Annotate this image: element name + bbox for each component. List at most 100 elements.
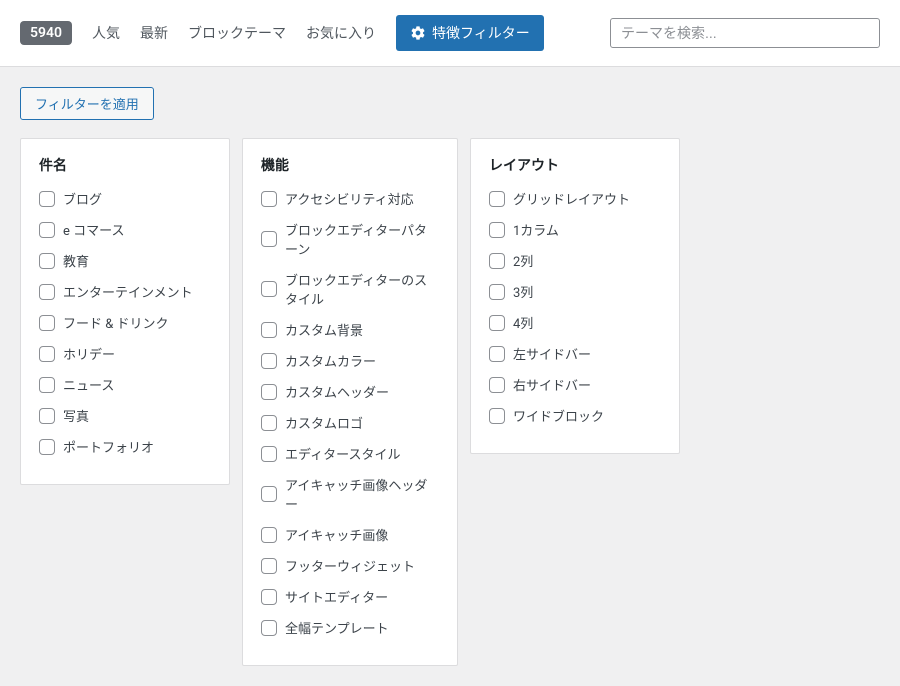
tab-popular[interactable]: 人気 bbox=[92, 23, 120, 43]
filter-item-label: 全幅テンプレート bbox=[285, 618, 389, 637]
search-input[interactable] bbox=[610, 18, 880, 48]
filter-checkbox[interactable] bbox=[39, 346, 55, 362]
filter-checkbox[interactable] bbox=[261, 231, 277, 247]
filter-item[interactable]: 3列 bbox=[489, 282, 661, 301]
filter-item-label: ニュース bbox=[63, 375, 114, 394]
filter-item[interactable]: カスタム背景 bbox=[261, 320, 439, 339]
filter-item-label: カスタムロゴ bbox=[285, 413, 363, 432]
filter-item[interactable]: 4列 bbox=[489, 313, 661, 332]
filter-checkbox[interactable] bbox=[489, 191, 505, 207]
filter-item[interactable]: 2列 bbox=[489, 251, 661, 270]
filter-checkbox[interactable] bbox=[261, 322, 277, 338]
filter-item-label: アイキャッチ画像ヘッダー bbox=[285, 475, 439, 513]
filter-item-label: カスタムヘッダー bbox=[285, 382, 389, 401]
filter-item[interactable]: 全幅テンプレート bbox=[261, 618, 439, 637]
filter-item[interactable]: ブロックエディターのスタイル bbox=[261, 270, 439, 308]
filter-item-label: カスタムカラー bbox=[285, 351, 376, 370]
filter-item-label: 教育 bbox=[63, 251, 89, 270]
filter-checkbox[interactable] bbox=[39, 222, 55, 238]
filter-item[interactable]: e コマース bbox=[39, 220, 211, 239]
filter-item[interactable]: カスタムカラー bbox=[261, 351, 439, 370]
tab-latest[interactable]: 最新 bbox=[140, 23, 168, 43]
filter-checkbox[interactable] bbox=[39, 439, 55, 455]
filter-item[interactable]: ホリデー bbox=[39, 344, 211, 363]
theme-count-badge: 5940 bbox=[20, 21, 72, 45]
filter-checkbox[interactable] bbox=[261, 486, 277, 502]
filter-item-label: アイキャッチ画像 bbox=[285, 525, 388, 544]
filter-checkbox[interactable] bbox=[39, 253, 55, 269]
filter-checkbox[interactable] bbox=[261, 191, 277, 207]
filter-col-title: レイアウト bbox=[489, 155, 661, 175]
filter-item-label: 1カラム bbox=[513, 220, 559, 239]
filter-item-label: ブログ bbox=[63, 189, 102, 208]
apply-filters-button[interactable]: フィルターを適用 bbox=[20, 87, 154, 120]
filter-checkbox[interactable] bbox=[489, 284, 505, 300]
filter-item[interactable]: 教育 bbox=[39, 251, 211, 270]
filter-checkbox[interactable] bbox=[39, 191, 55, 207]
filter-item-label: カスタム背景 bbox=[285, 320, 363, 339]
filter-item[interactable]: フード & ドリンク bbox=[39, 313, 211, 332]
filter-item[interactable]: サイトエディター bbox=[261, 587, 439, 606]
filter-list-subject: ブログ e コマース教育エンターテインメントフード & ドリンクホリデーニュース写… bbox=[39, 189, 211, 456]
filter-item[interactable]: ニュース bbox=[39, 375, 211, 394]
filter-checkbox[interactable] bbox=[489, 408, 505, 424]
filter-item[interactable]: カスタムヘッダー bbox=[261, 382, 439, 401]
filter-checkbox[interactable] bbox=[261, 527, 277, 543]
filter-item-label: 右サイドバー bbox=[513, 375, 591, 394]
filter-col-title: 機能 bbox=[261, 155, 439, 175]
filter-item-label: フッターウィジェット bbox=[285, 556, 415, 575]
filter-item[interactable]: 右サイドバー bbox=[489, 375, 661, 394]
filter-item[interactable]: エンターテインメント bbox=[39, 282, 211, 301]
filter-list-features: アクセシビリティ対応ブロックエディターパターンブロックエディターのスタイルカスタ… bbox=[261, 189, 439, 637]
filter-item-label: グリッドレイアウト bbox=[513, 189, 630, 208]
filter-item[interactable]: 写真 bbox=[39, 406, 211, 425]
filter-checkbox[interactable] bbox=[261, 620, 277, 636]
filter-checkbox[interactable] bbox=[261, 589, 277, 605]
feature-filter-label: 特徴フィルター bbox=[432, 23, 530, 43]
filter-columns: 件名 ブログe コマース教育エンターテインメントフード & ドリンクホリデーニュ… bbox=[20, 138, 880, 666]
filter-checkbox[interactable] bbox=[39, 284, 55, 300]
gear-icon bbox=[410, 25, 426, 41]
filter-item-label: エディタースタイル bbox=[285, 444, 400, 463]
filter-item[interactable]: カスタムロゴ bbox=[261, 413, 439, 432]
filter-checkbox[interactable] bbox=[261, 415, 277, 431]
filter-checkbox[interactable] bbox=[489, 253, 505, 269]
filter-item[interactable]: アイキャッチ画像 bbox=[261, 525, 439, 544]
filter-item-label: ブロックエディターのスタイル bbox=[285, 270, 439, 308]
filter-item[interactable]: フッターウィジェット bbox=[261, 556, 439, 575]
filter-item[interactable]: ポートフォリオ bbox=[39, 437, 211, 456]
filter-checkbox[interactable] bbox=[489, 346, 505, 362]
filter-item[interactable]: アイキャッチ画像ヘッダー bbox=[261, 475, 439, 513]
filter-col-subject: 件名 ブログe コマース教育エンターテインメントフード & ドリンクホリデーニュ… bbox=[20, 138, 230, 485]
filter-item[interactable]: エディタースタイル bbox=[261, 444, 439, 463]
filter-item-label: ポートフォリオ bbox=[63, 437, 154, 456]
filter-checkbox[interactable] bbox=[489, 315, 505, 331]
filter-checkbox[interactable] bbox=[39, 377, 55, 393]
filter-item-label: 2列 bbox=[513, 251, 533, 270]
filter-item[interactable]: アクセシビリティ対応 bbox=[261, 189, 439, 208]
filter-item[interactable]: 左サイドバー bbox=[489, 344, 661, 363]
feature-filter-button[interactable]: 特徴フィルター bbox=[396, 15, 544, 51]
filter-item[interactable]: グリッドレイアウト bbox=[489, 189, 661, 208]
filter-item[interactable]: ブロックエディターパターン bbox=[261, 220, 439, 258]
filter-col-layout: レイアウト グリッドレイアウト 1カラム 2列 3列 4列左サイドバー右サイドバーワイド… bbox=[470, 138, 680, 454]
tab-block-themes[interactable]: ブロックテーマ bbox=[188, 23, 286, 43]
filter-item[interactable]: 1カラム bbox=[489, 220, 661, 239]
filter-checkbox[interactable] bbox=[39, 408, 55, 424]
filter-item-label: ホリデー bbox=[63, 344, 115, 363]
filter-checkbox[interactable] bbox=[261, 558, 277, 574]
filter-checkbox[interactable] bbox=[39, 315, 55, 331]
search-wrap bbox=[610, 18, 880, 48]
filter-item[interactable]: ワイドブロック bbox=[489, 406, 661, 425]
filter-checkbox[interactable] bbox=[489, 222, 505, 238]
filter-item-label: ワイドブロック bbox=[513, 406, 604, 425]
filter-item-label: エンターテインメント bbox=[63, 282, 193, 301]
tab-favorites[interactable]: お気に入り bbox=[306, 23, 376, 43]
filter-item-label: フード & ドリンク bbox=[63, 313, 169, 332]
filter-checkbox[interactable] bbox=[261, 384, 277, 400]
filter-checkbox[interactable] bbox=[261, 281, 277, 297]
filter-checkbox[interactable] bbox=[261, 446, 277, 462]
filter-checkbox[interactable] bbox=[489, 377, 505, 393]
filter-checkbox[interactable] bbox=[261, 353, 277, 369]
filter-item[interactable]: ブログ bbox=[39, 189, 211, 208]
